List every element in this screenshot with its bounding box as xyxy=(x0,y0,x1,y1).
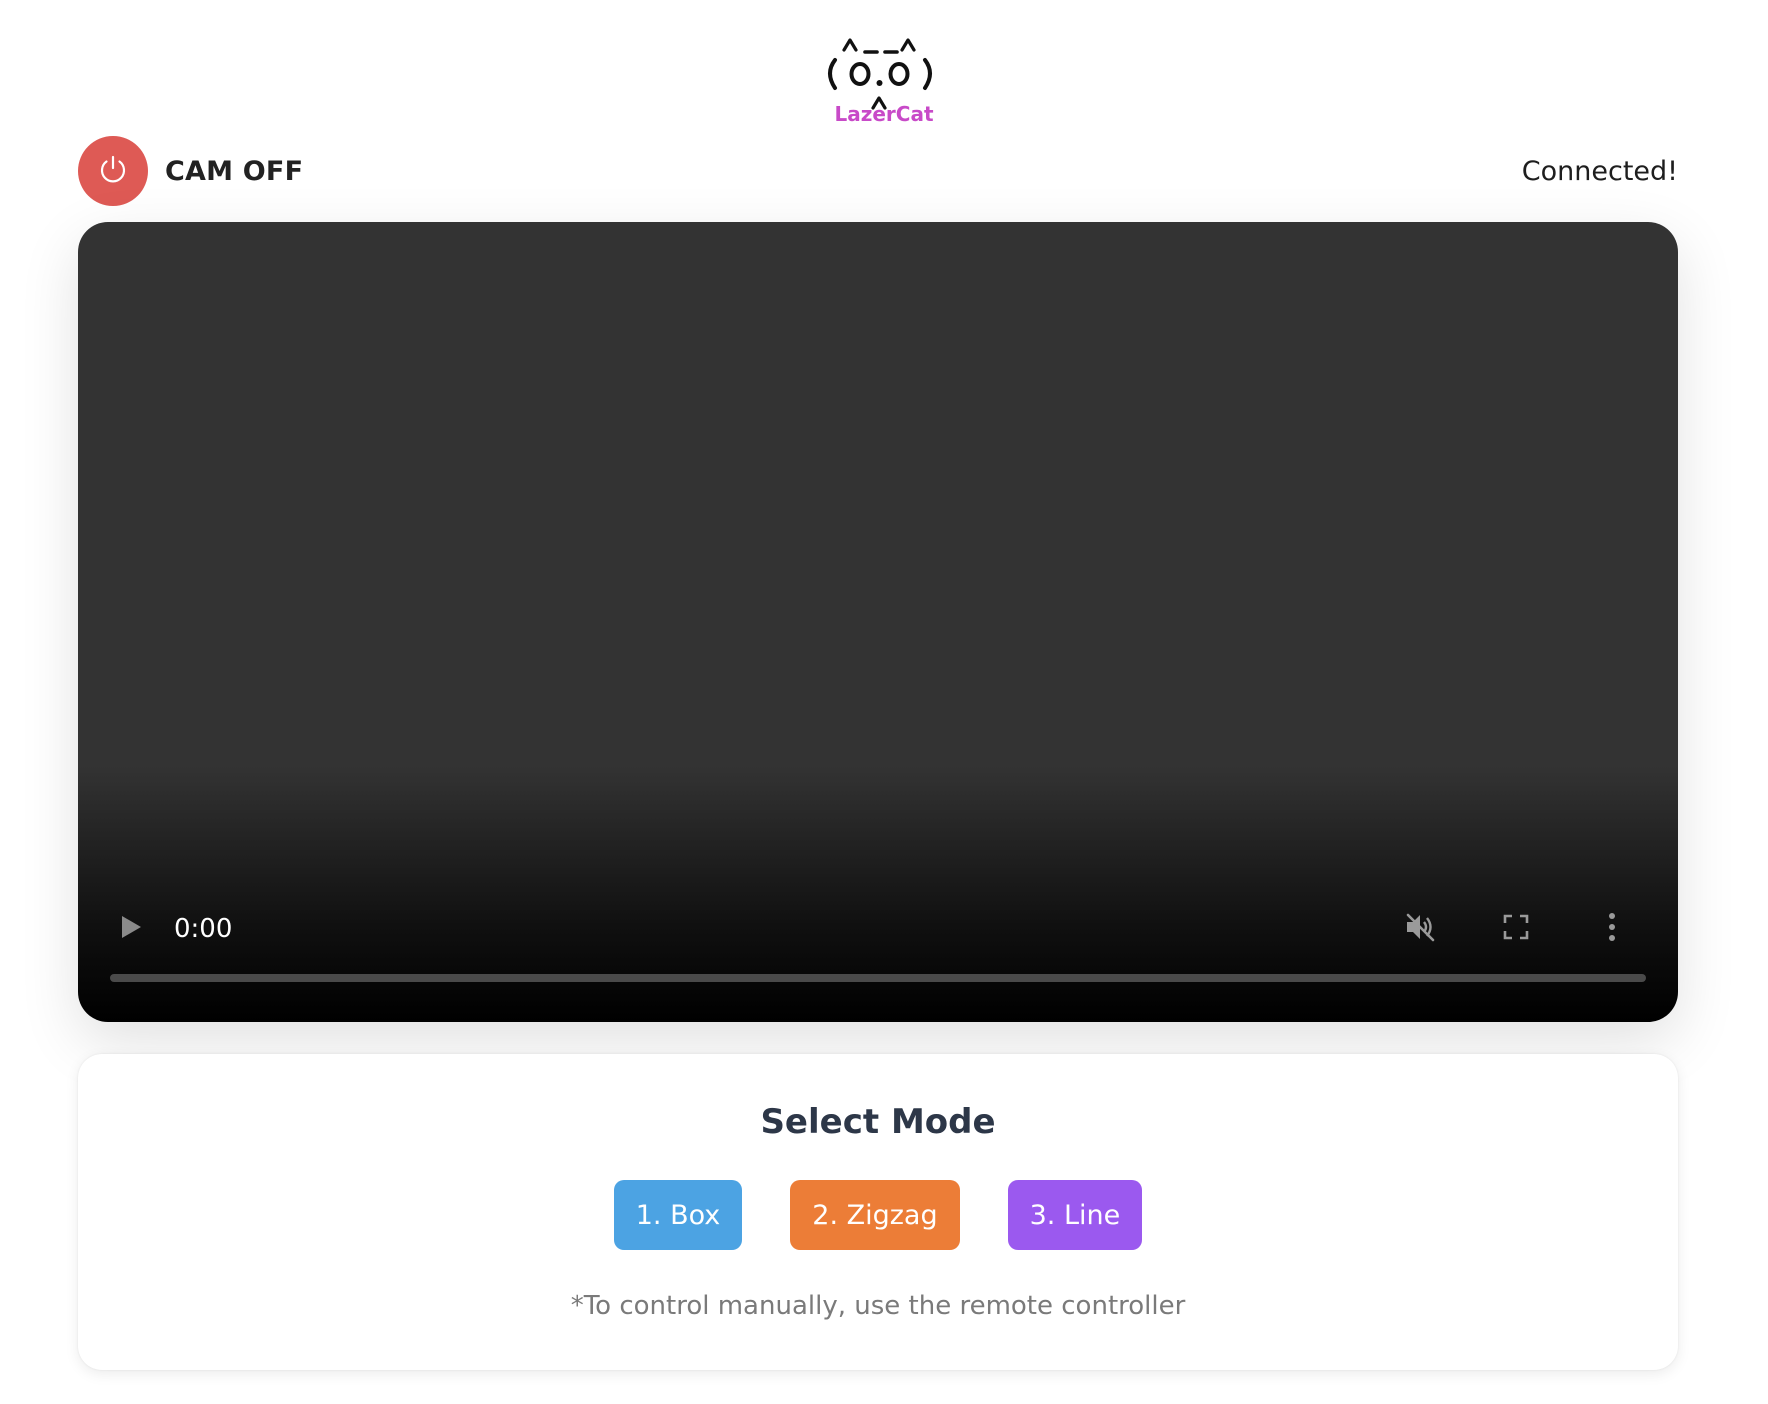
app-page: LazerCat CAM OFF Connected! 0:00 Select … xyxy=(0,0,1768,1404)
connection-status: Connected! xyxy=(1521,156,1678,187)
play-icon xyxy=(119,914,143,945)
mode-box-button[interactable]: 1. Box xyxy=(613,1180,743,1250)
mode-button-group: 1. Box 2. Zigzag 3. Line xyxy=(78,1180,1678,1250)
muted-icon xyxy=(1403,910,1437,949)
fullscreen-icon xyxy=(1503,914,1529,945)
play-button[interactable] xyxy=(114,912,148,946)
mode-panel: Select Mode 1. Box 2. Zigzag 3. Line *To… xyxy=(78,1054,1678,1370)
more-vert-icon xyxy=(1607,912,1617,947)
video-time: 0:00 xyxy=(174,914,233,944)
logo-name: LazerCat xyxy=(834,102,934,126)
more-options-button[interactable] xyxy=(1595,912,1629,946)
mode-line-button[interactable]: 3. Line xyxy=(1007,1180,1143,1250)
mute-button[interactable] xyxy=(1403,912,1437,946)
cam-status-label: CAM OFF xyxy=(165,155,304,187)
fullscreen-button[interactable] xyxy=(1499,912,1533,946)
video-player[interactable]: 0:00 xyxy=(78,222,1678,1022)
cam-toggle[interactable]: CAM OFF xyxy=(78,136,303,206)
mode-zigzag-button[interactable]: 2. Zigzag xyxy=(790,1180,960,1250)
manual-control-note: *To control manually, use the remote con… xyxy=(570,1291,1186,1321)
cam-power-button[interactable] xyxy=(78,136,148,206)
power-icon xyxy=(96,152,130,191)
mode-title: Select Mode xyxy=(760,1102,996,1142)
video-progress-bar[interactable] xyxy=(110,974,1646,982)
